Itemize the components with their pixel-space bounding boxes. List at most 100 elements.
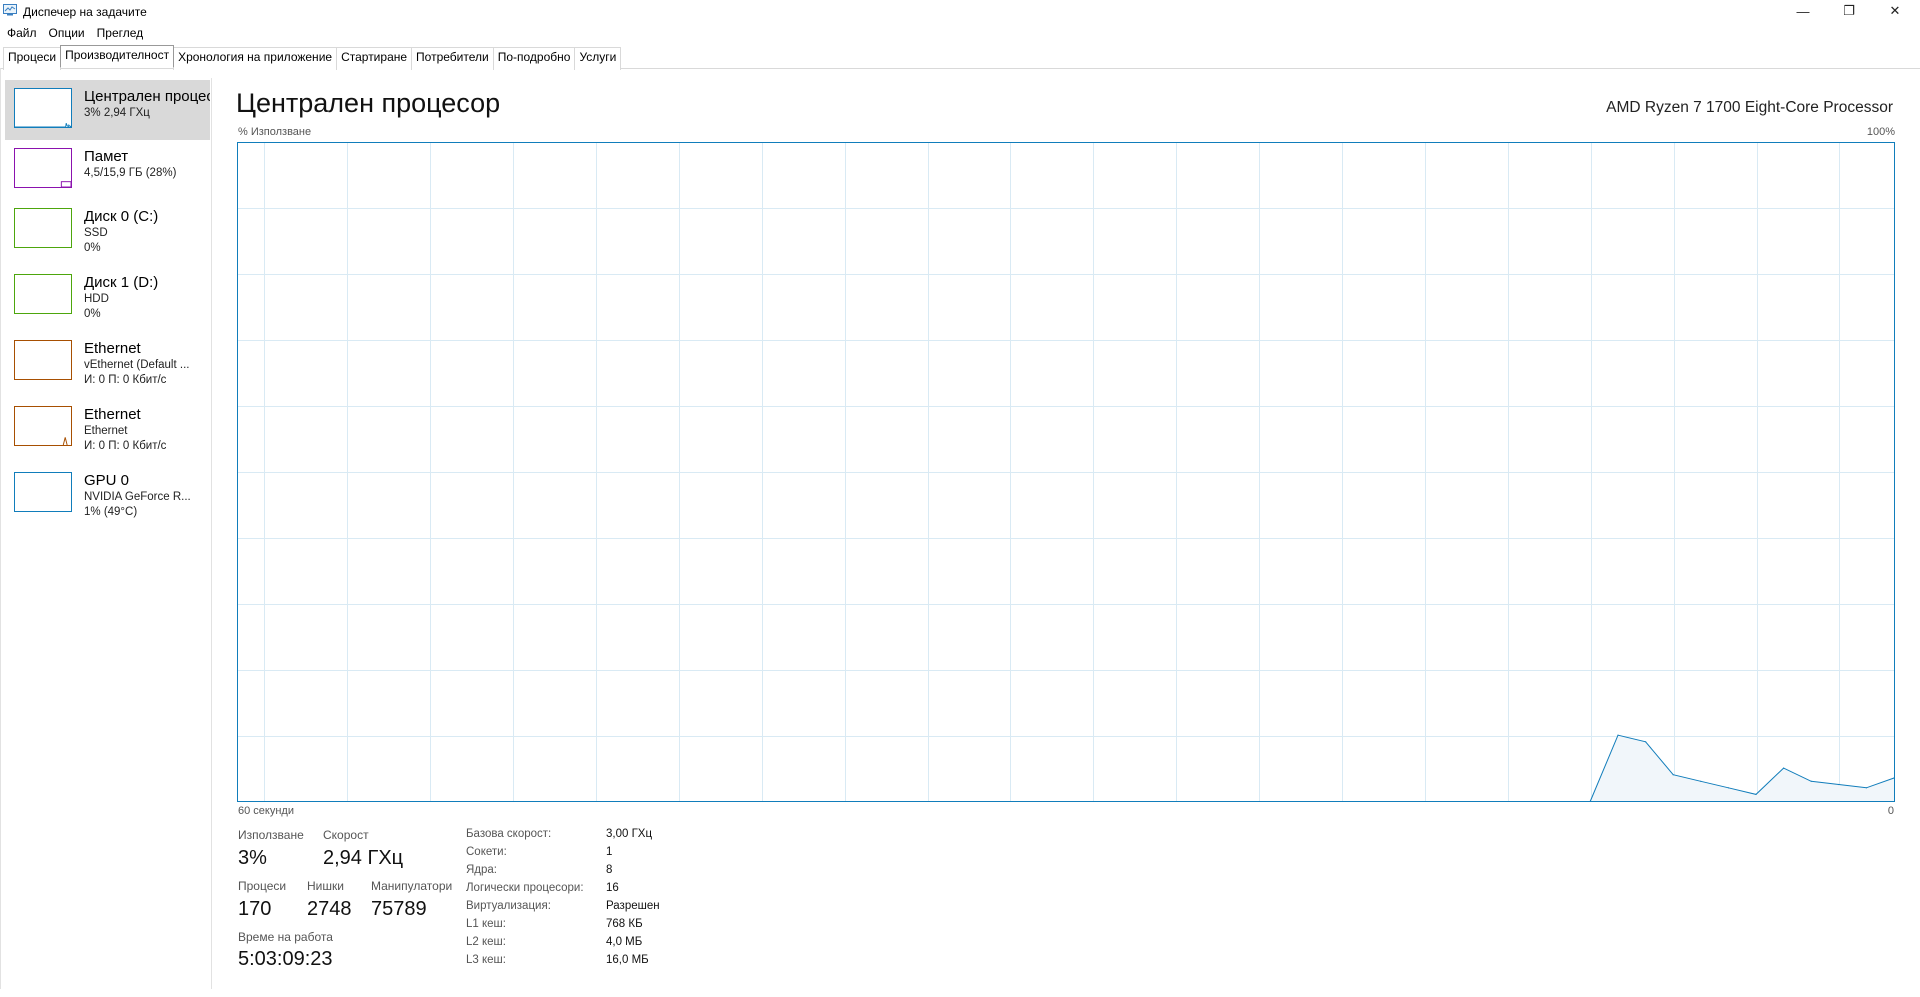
ethernet-1-thumbnail xyxy=(14,340,72,380)
cpu-usage-point xyxy=(1783,767,1785,769)
spec-label: Виртуализация: xyxy=(466,900,551,912)
thumbnail-graph xyxy=(62,437,68,445)
thumbnail-spike xyxy=(62,437,68,445)
tab-processes[interactable]: Процеси xyxy=(3,47,62,70)
tab-bar: Процеси Производителност Хронология на п… xyxy=(0,45,1920,70)
sidebar-item-cpu[interactable]: Централен процесор 3% 2,94 ГХц xyxy=(5,80,210,140)
usage-value: 3% xyxy=(238,847,267,869)
spec-label: L3 кеш: xyxy=(466,954,506,966)
speed-value: 2,94 ГХц xyxy=(323,847,404,869)
spec-label: Логически процесори: xyxy=(466,882,584,894)
cpu-usage-point xyxy=(1865,787,1867,789)
spec-value: 1 xyxy=(606,846,613,858)
menu-bar: Файл Опции Преглед xyxy=(0,24,148,42)
spec-label: Сокети: xyxy=(466,846,507,858)
sidebar-item-ethernet-2[interactable]: Ethernet Ethernet И: 0 П: 0 Кбит/с xyxy=(5,398,210,458)
sidebar-item-detail: HDD xyxy=(84,293,109,305)
usage-label: Използване xyxy=(238,828,304,842)
cpu-usage-point xyxy=(1755,793,1757,796)
task-manager-icon xyxy=(3,4,17,16)
sidebar-item-title: Централен процесор xyxy=(84,88,210,105)
sidebar-item-title: Диск 1 (D:) xyxy=(84,274,159,291)
close-icon: ✕ xyxy=(1889,3,1901,18)
tab-details[interactable]: По-подробно xyxy=(492,47,576,70)
spec-value: 4,0 МБ xyxy=(606,936,643,948)
thumbnail-graph xyxy=(15,123,71,127)
cpu-usage-point xyxy=(1672,774,1674,776)
sidebar-item-detail: SSD xyxy=(84,227,108,239)
sidebar-item-detail: 0% xyxy=(84,308,101,320)
sidebar-item-detail: 4,5/15,9 ГБ (28%) xyxy=(84,167,177,179)
minimize-icon: — xyxy=(1796,3,1810,19)
sidebar-item-disk-1[interactable]: Диск 1 (D:) HDD 0% xyxy=(5,266,210,326)
disk-0-thumbnail xyxy=(14,208,72,248)
cpu-usage-point xyxy=(1700,780,1702,782)
sidebar-item-ethernet-1[interactable]: Ethernet vEthernet (Default ... И: 0 П: … xyxy=(5,332,210,392)
thumbnail-graph xyxy=(15,209,71,247)
ethernet-2-thumbnail xyxy=(14,406,72,446)
cpu-usage-point xyxy=(1810,780,1812,782)
restore-button[interactable]: ❐ xyxy=(1826,0,1872,22)
sidebar-item-detail: Ethernet xyxy=(84,425,128,437)
uptime-value: 5:03:09:23 xyxy=(238,948,333,970)
sidebar-item-title: Диск 0 (C:) xyxy=(84,208,159,225)
spec-label: Ядра: xyxy=(466,864,498,876)
menu-view[interactable]: Преглед xyxy=(90,24,149,42)
menu-options[interactable]: Опции xyxy=(42,24,90,42)
y-axis-max-label: 100% xyxy=(1866,126,1895,138)
cpu-usage-point xyxy=(1617,734,1619,736)
memory-thumbnail xyxy=(14,148,72,188)
performance-sidebar: Централен процесор 3% 2,94 ГХц Памет 4,5… xyxy=(0,78,212,989)
sidebar-item-detail: vEthernet (Default ... xyxy=(84,359,190,371)
minimize-button[interactable]: — xyxy=(1780,0,1826,22)
uptime-label: Време на работа xyxy=(238,930,333,944)
speed-label: Скорост xyxy=(323,828,369,842)
title-bar: Диспечер на задачите — ❐ ✕ xyxy=(0,0,1920,22)
cpu-thumbnail xyxy=(14,88,72,128)
close-button[interactable]: ✕ xyxy=(1872,0,1918,22)
thumbnail-graph xyxy=(15,341,71,379)
y-axis-label: % Използване xyxy=(238,126,312,138)
sidebar-item-title: Ethernet xyxy=(84,340,141,357)
threads-label: Нишки xyxy=(307,879,344,893)
spec-label: L2 кеш: xyxy=(466,936,506,948)
page-title: Централен процесор xyxy=(236,88,501,118)
cpu-usage-point xyxy=(1589,800,1591,802)
sidebar-item-disk-0[interactable]: Диск 0 (C:) SSD 0% xyxy=(5,200,210,260)
sidebar-item-detail: И: 0 П: 0 Кбит/с xyxy=(84,440,167,452)
thumbnail-graph xyxy=(60,181,71,187)
spec-value: Разрешен xyxy=(606,900,660,912)
thumbnail-graph xyxy=(15,275,71,313)
thumbnail-memory-level xyxy=(60,181,71,187)
sidebar-item-memory[interactable]: Памет 4,5/15,9 ГБ (28%) xyxy=(5,140,210,200)
spec-value: 16,0 МБ xyxy=(606,954,649,966)
spec-label: Базова скорост: xyxy=(466,828,552,840)
spec-value: 8 xyxy=(606,864,613,876)
spec-label: L1 кеш: xyxy=(466,918,506,930)
cpu-usage-point xyxy=(1838,783,1840,786)
tab-users[interactable]: Потребители xyxy=(411,47,494,70)
x-axis-label: 60 секунди xyxy=(238,805,294,817)
restore-icon: ❐ xyxy=(1843,3,1855,18)
tab-services[interactable]: Услуги xyxy=(574,47,622,70)
tab-startup[interactable]: Стартиране xyxy=(336,47,413,70)
x-axis-min-label: 0 xyxy=(1887,805,1894,817)
handles-value: 75789 xyxy=(371,898,427,920)
thumbnail-line xyxy=(15,123,71,127)
threads-value: 2748 xyxy=(307,898,352,920)
thumbnail-graph xyxy=(15,473,71,511)
spec-value: 16 xyxy=(606,882,619,894)
cpu-usage-chart-svg xyxy=(237,142,1895,802)
sidebar-item-gpu[interactable]: GPU 0 NVIDIA GeForce R... 1% (49°C) xyxy=(5,464,210,524)
sidebar-item-title: GPU 0 xyxy=(84,472,130,489)
cpu-usage-point xyxy=(1727,787,1729,789)
spec-value: 768 КБ xyxy=(606,918,643,930)
spec-value: 3,00 ГХц xyxy=(606,828,653,840)
sidebar-item-detail: NVIDIA GeForce R... xyxy=(84,491,191,503)
sidebar-item-title: Памет xyxy=(84,148,129,165)
menu-file[interactable]: Файл xyxy=(0,24,42,42)
tab-performance[interactable]: Производителност xyxy=(60,45,175,68)
handles-label: Манипулатори xyxy=(371,879,453,893)
tab-app-history[interactable]: Хронология на приложение xyxy=(173,47,338,70)
cpu-usage-point xyxy=(1893,777,1895,779)
